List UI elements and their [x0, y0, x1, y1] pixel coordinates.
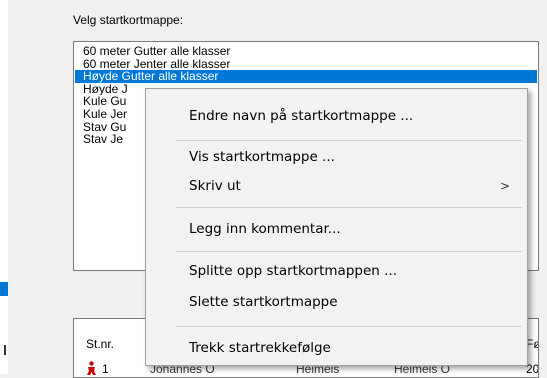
menu-item-print[interactable]: Skriv ut >	[147, 173, 526, 199]
list-item[interactable]: 60 meter Jenter alle klasser	[75, 58, 537, 71]
runner-icon	[87, 361, 96, 375]
menu-separator	[176, 140, 522, 141]
menu-separator	[176, 326, 522, 327]
left-window-edge	[0, 0, 8, 374]
menu-item-print-label: Skriv ut	[189, 178, 241, 194]
column-header-st-nr[interactable]: St.nr.	[86, 337, 114, 351]
menu-item-rename-folder[interactable]: Endre navn på startkortmappe ...	[147, 103, 526, 129]
edge-dark-marker	[4, 345, 6, 355]
menu-item-delete-folder[interactable]: Slette startkortmappe	[147, 289, 526, 315]
menu-separator	[176, 251, 522, 252]
edge-blue-marker	[0, 282, 8, 296]
submenu-arrow-icon: >	[499, 179, 510, 193]
menu-item-draw-start-order[interactable]: Trekk startrekkefølge	[147, 335, 526, 361]
context-menu: Endre navn på startkortmappe ... Vis sta…	[145, 88, 528, 366]
menu-separator	[176, 207, 522, 208]
list-item-selected[interactable]: Høyde Gutter alle klasser	[75, 70, 537, 83]
menu-item-split-folder[interactable]: Splitte opp startkortmappen ...	[147, 258, 526, 284]
folder-list-label: Velg startkortmappe:	[73, 13, 184, 27]
menu-item-add-comment[interactable]: Legg inn kommentar...	[147, 216, 526, 242]
menu-item-show-folder[interactable]: Vis startkortmappe ...	[147, 144, 526, 170]
list-item[interactable]: 60 meter Gutter alle klasser	[75, 45, 537, 58]
